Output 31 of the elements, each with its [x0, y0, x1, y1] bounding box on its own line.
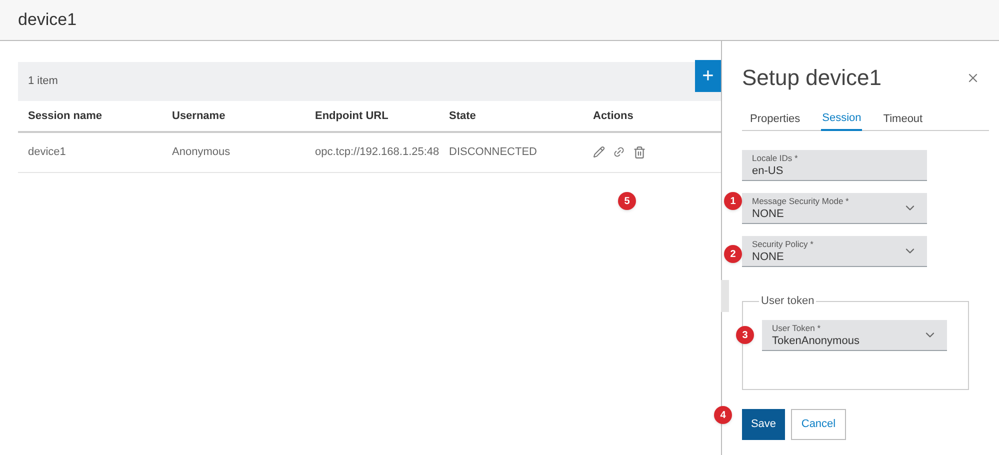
- callout-badge: 4: [714, 406, 732, 424]
- callout-badge: 2: [724, 245, 742, 263]
- callout-badge: 5: [618, 192, 636, 210]
- select-field[interactable]: Security Policy * NONE: [742, 236, 927, 267]
- tab[interactable]: Timeout: [882, 107, 924, 131]
- cancel-button[interactable]: Cancel: [791, 409, 846, 440]
- table-cell-text: opc.tcp://192.168.1.25:48: [314, 145, 440, 160]
- item-count: 1 item: [27, 74, 58, 90]
- select-field[interactable]: Message Security Mode * NONE: [742, 193, 927, 224]
- tab[interactable]: Session: [821, 107, 862, 131]
- edit-icon[interactable]: [593, 146, 605, 158]
- column-header: Session name: [27, 108, 103, 124]
- save-button[interactable]: Save: [742, 409, 785, 440]
- group-legend: User token: [759, 293, 816, 310]
- table-cell-text: DISCONNECTED: [448, 145, 538, 160]
- table-cell-text: Anonymous: [171, 145, 232, 160]
- tab[interactable]: Properties: [749, 107, 802, 131]
- page-title: device1: [18, 9, 77, 32]
- callout-badge: 3: [736, 326, 754, 344]
- callout-badge: 1: [724, 192, 742, 210]
- panel-title: Setup device1: [742, 64, 882, 92]
- add-button[interactable]: +: [695, 60, 721, 92]
- column-header: Endpoint URL: [314, 108, 390, 124]
- delete-icon[interactable]: [633, 146, 646, 159]
- select-field[interactable]: User Token * TokenAnonymous: [762, 320, 947, 350]
- table-cell-text: device1: [27, 145, 67, 160]
- column-header: State: [448, 108, 477, 124]
- splitter-handle[interactable]: [721, 280, 729, 312]
- column-header: Username: [171, 108, 226, 124]
- input-field[interactable]: Locale IDs * en-US: [742, 150, 927, 181]
- column-header: Actions: [592, 108, 634, 124]
